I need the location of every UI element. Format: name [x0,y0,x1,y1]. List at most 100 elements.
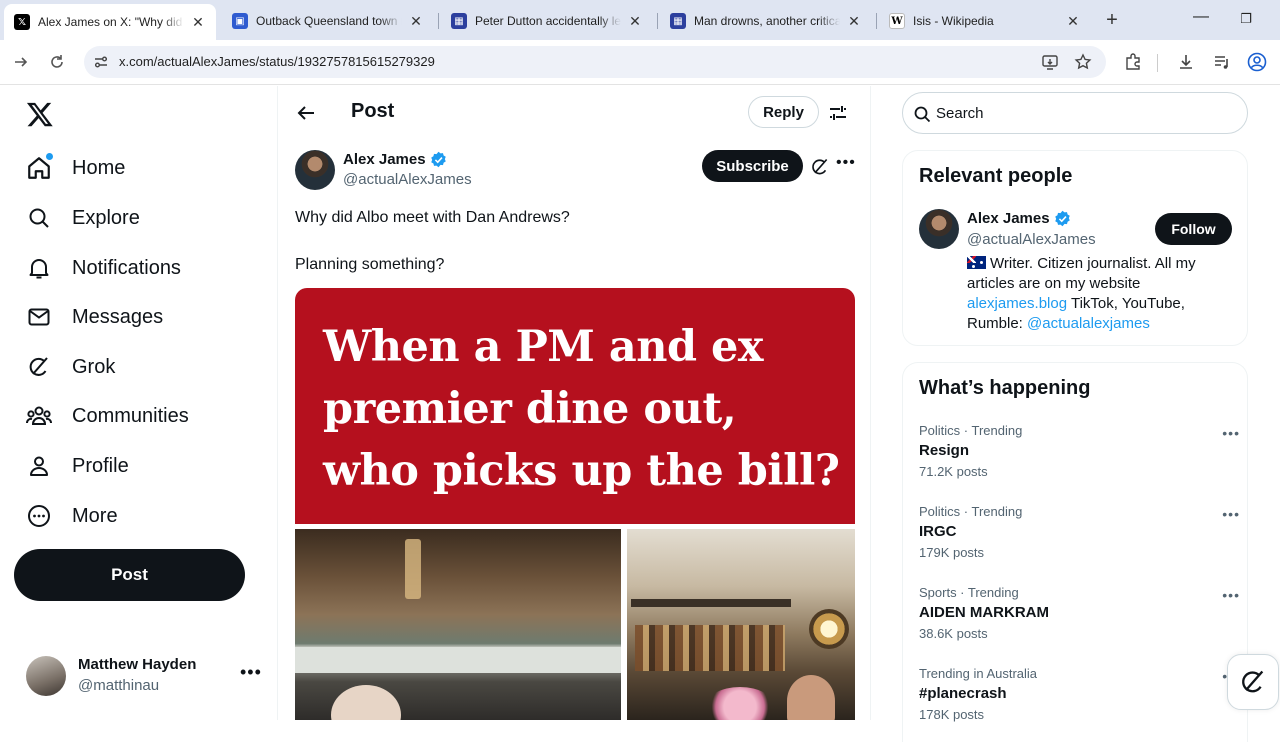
subscribe-button[interactable]: Subscribe [702,150,803,182]
more-dots-icon[interactable]: ••• [240,662,262,683]
close-tab-icon[interactable]: ✕ [408,13,424,30]
profile-icon[interactable] [1246,51,1268,73]
avatar[interactable] [919,209,959,249]
account-name: Matthew Hayden [78,656,197,673]
post-button[interactable]: Post [14,549,245,601]
whats-happening-card: What’s happening Politics · Trending Res… [902,362,1248,742]
nav-item-messages[interactable]: Messages [26,302,163,332]
search-placeholder: Search [936,105,984,122]
bio-text: Writer. Citizen journalist. All my artic… [967,255,1196,292]
headline-banner: When a PM and ex premier dine out, who p… [295,288,855,524]
reload-icon[interactable] [45,50,69,74]
grok-floating-button[interactable] [1227,654,1279,710]
trend-topic: IRGC [919,523,957,540]
browser-tab[interactable]: ▦ Man drowns, another critical ✕ [660,6,872,36]
author-name-row[interactable]: Alex James [343,151,447,168]
install-app-icon[interactable] [1040,52,1060,72]
trend-category: Politics · Trending [919,423,1023,438]
nav-item-explore[interactable]: Explore [26,203,140,233]
bio-mention-link[interactable]: @actualalexjames [1027,315,1150,332]
tab-title: Peter Dutton accidentally leaves [475,14,621,28]
close-tab-icon[interactable]: ✕ [1065,13,1081,30]
trend-item[interactable]: Sports · Trending AIDEN MARKRAM 38.6K po… [919,585,1239,645]
photo-detail [809,609,849,649]
browser-tab[interactable]: W Isis - Wikipedia ✕ [879,6,1091,36]
envelope-icon [26,304,52,330]
more-dots-icon[interactable]: ••• [1222,425,1240,441]
post-text-line: Planning something? [295,256,445,273]
new-tab-icon[interactable]: + [1102,9,1122,32]
nav-label: Explore [72,206,140,229]
browser-tab[interactable]: ▦ Peter Dutton accidentally leaves ✕ [441,6,653,36]
close-tab-icon[interactable]: ✕ [846,13,862,30]
url-text: x.com/actualAlexJames/status/19327578156… [119,54,435,69]
nav-item-notifications[interactable]: Notifications [26,253,181,283]
trend-category: Trending in Australia [919,666,1038,681]
tab-title: Isis - Wikipedia [913,14,994,28]
nav-label: More [72,504,118,527]
back-arrow-icon[interactable] [295,102,317,124]
account-switcher[interactable]: Matthew Hayden @matthinau ••• [26,656,266,700]
more-dots-icon[interactable]: ••• [1222,506,1240,522]
close-tab-icon[interactable]: ✕ [190,14,206,31]
restaurant-photo-left [295,529,621,720]
nav-item-communities[interactable]: Communities [26,401,189,431]
person-handle[interactable]: @actualAlexJames [967,231,1096,248]
nav-item-profile[interactable]: Profile [26,451,129,481]
trend-topic: #planecrash [919,685,1007,702]
verified-badge-icon [1054,210,1070,227]
person-name-row[interactable]: Alex James [967,210,1071,227]
search-input[interactable]: Search [902,92,1248,134]
minimize-icon[interactable]: — [1189,8,1213,26]
search-icon [26,205,52,231]
photo-detail [331,685,401,720]
nav-item-grok[interactable]: Grok [26,352,115,382]
post-media-image[interactable]: When a PM and ex premier dine out, who p… [295,288,855,720]
nav-item-home[interactable]: Home [26,153,125,183]
follow-button[interactable]: Follow [1155,213,1232,245]
grok-icon[interactable] [810,157,830,177]
nav-label: Notifications [72,256,181,279]
tab-title: Man drowns, another critical [694,14,840,28]
author-handle[interactable]: @actualAlexJames [343,171,472,188]
reply-button[interactable]: Reply [748,96,819,128]
browser-tab[interactable]: ▣ Outback Queensland town ravaged by flo… [222,6,434,36]
x-logo-icon[interactable] [26,100,54,128]
media-queue-icon[interactable] [1211,51,1233,73]
forward-icon[interactable] [9,50,33,74]
verified-badge-icon [430,151,446,168]
tab-separator [657,13,658,29]
news-favicon-icon: ▣ [232,13,248,29]
more-dots-icon[interactable]: ••• [1222,587,1240,603]
avatar[interactable] [295,150,335,190]
photo-detail [295,647,621,673]
right-sidebar: Search Relevant people Alex James @actua… [872,86,1280,742]
browser-tab-active[interactable]: 𝕏 Alex James on X: "Why did Albo meet wi… [4,4,216,40]
nav-label: Messages [72,305,164,328]
trend-item[interactable]: Politics · Trending Resign 71.2K posts •… [919,423,1239,483]
person-bio: Writer. Citizen journalist. All my artic… [967,254,1237,334]
trend-count: 38.6K posts [919,626,988,641]
home-icon [26,153,53,181]
restore-icon[interactable]: ❐ [1234,11,1258,27]
site-settings-icon[interactable] [92,53,110,71]
nav-item-more[interactable]: More [26,501,118,531]
more-dots-icon[interactable]: ••• [836,154,856,172]
bookmark-star-icon[interactable] [1073,52,1093,72]
card-title: Relevant people [919,165,1073,187]
tab-title: Alex James on X: "Why did Albo meet with… [38,15,184,29]
bio-link[interactable]: alexjames.blog [967,295,1067,312]
x-page: Home Explore Notifications Messages Grok [0,86,1280,742]
trend-item[interactable]: Trending in Australia #planecrash 178K p… [919,666,1239,726]
trend-category: Sports · Trending [919,585,1019,600]
adjust-icon[interactable] [827,102,849,124]
download-icon[interactable] [1175,51,1197,73]
close-tab-icon[interactable]: ✕ [627,13,643,30]
grok-icon [26,354,52,380]
extensions-icon[interactable] [1122,51,1144,73]
url-bar[interactable]: x.com/actualAlexJames/status/19327578156… [84,46,1106,78]
photo-detail [787,675,835,720]
trend-item[interactable]: Politics · Trending IRGC 179K posts ••• [919,504,1239,564]
nav-label: Communities [72,404,189,427]
main-column: Post Reply Alex James @actualAlexJames S… [279,86,871,720]
